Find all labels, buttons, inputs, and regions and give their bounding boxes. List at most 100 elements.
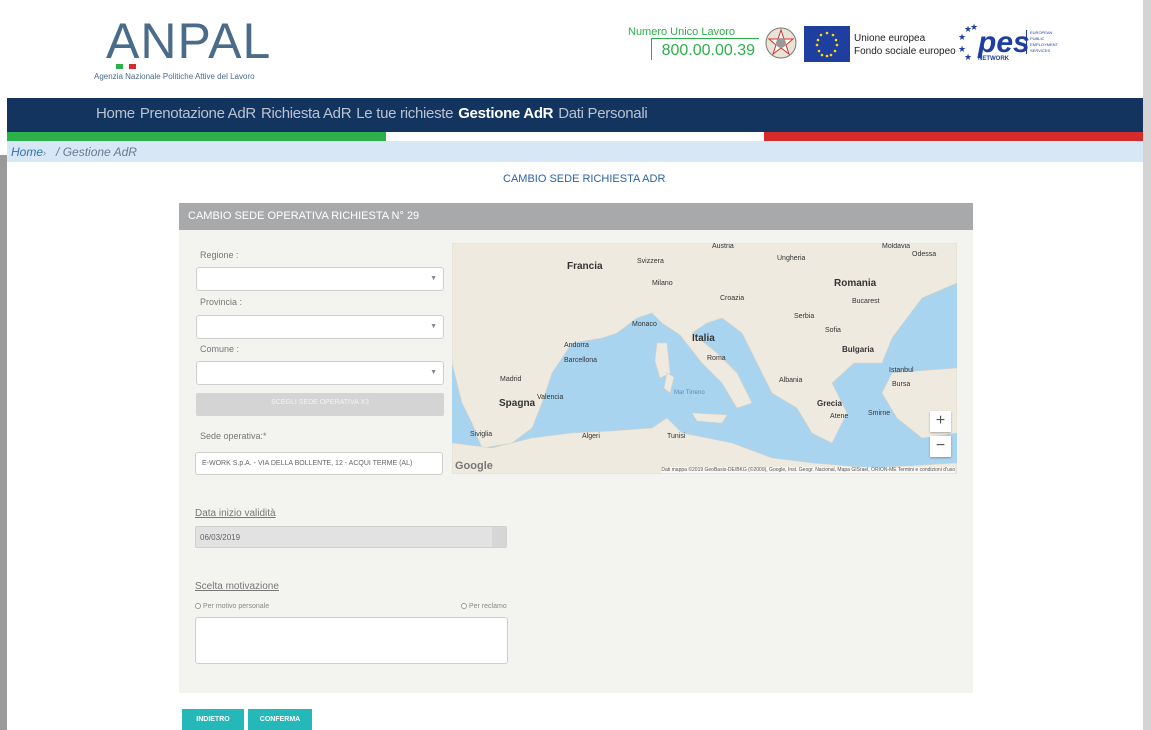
map-label-serbia: Serbia [794, 313, 815, 320]
map-label-madrid: Madrid [500, 376, 522, 383]
scegli-sede-button[interactable]: SCEGLI SEDE OPERATIVA X3 [196, 393, 444, 416]
map-label-tunisi: Tunisi [667, 433, 686, 440]
svg-text:★: ★ [958, 33, 966, 43]
numero-unico-lavoro: Numero Unico Lavoro 800.00.00.39 [628, 26, 759, 60]
map-label-milano: Milano [652, 280, 673, 287]
eu-line-1: Unione europea [854, 33, 926, 44]
breadcrumb-trail: Home› / Gestione AdR [11, 145, 137, 159]
map-label-sofia: Sofia [825, 327, 841, 334]
eu-line-2: Fondo sociale europeo [854, 46, 956, 57]
breadcrumb: Home› / Gestione AdR [7, 141, 1143, 162]
map-label-odessa: Odessa [912, 251, 937, 258]
map-land [452, 243, 957, 474]
nav-item-gestione[interactable]: Gestione AdR [458, 105, 553, 122]
anpal-logo[interactable]: ANPAL Agenzia Nazionale Politiche Attive… [94, 10, 284, 81]
tricolor-bar [7, 132, 1144, 141]
numero-value: 800.00.00.39 [661, 42, 755, 59]
italian-flag-icon [116, 64, 137, 69]
italian-emblem-icon [764, 24, 798, 62]
cambio-sede-panel: CAMBIO SEDE OPERATIVA RICHIESTA N° 29 Re… [179, 203, 973, 693]
logo-subtitle: Agenzia Nazionale Politiche Attive del L… [94, 72, 255, 81]
pes-side-text: EUROPEAN PUBLIC EMPLOYMENT SERVICES [1026, 30, 1058, 54]
comune-select[interactable]: ▼ [196, 361, 444, 385]
panel-title: CAMBIO SEDE OPERATIVA RICHIESTA N° 29 [188, 210, 420, 222]
nav-item-prenotazione[interactable]: Prenotazione AdR [140, 105, 256, 122]
map-label-moldavia: Moldavia [882, 243, 911, 250]
provincia-select[interactable]: ▼ [196, 315, 444, 339]
sede-operativa-label: Sede operativa:* [200, 431, 267, 441]
left-edge [0, 155, 7, 730]
radio-reclamo[interactable]: Per reclamo [461, 603, 507, 610]
sede-operativa-field[interactable]: E-WORK S.p.A. - VIA DELLA BOLLENTE, 12 -… [195, 452, 443, 475]
main-nav: Home Prenotazione AdR Richiesta AdR Le t… [7, 98, 1143, 132]
radio-icon[interactable] [195, 603, 201, 609]
site-header: ANPAL Agenzia Nazionale Politiche Attive… [0, 0, 1143, 98]
data-inizio-field[interactable]: 06/03/2019 [195, 526, 507, 548]
eu-text: Unione europea Fondo sociale europeo [854, 32, 956, 58]
map-label-bulgaria: Bulgaria [842, 345, 875, 354]
radio-personale[interactable]: Per motivo personale [195, 603, 269, 610]
pes-network-text: NETWORK [978, 56, 1009, 62]
chevron-down-icon: ▼ [430, 275, 437, 282]
map-label-smirne: Smirne [868, 410, 891, 417]
nav-items: Home Prenotazione AdR Richiesta AdR Le t… [96, 105, 648, 122]
page-title: CAMBIO SEDE RICHIESTA ADR [503, 173, 666, 185]
chevron-down-icon: ▼ [430, 369, 437, 376]
motivazione-textarea[interactable] [195, 617, 508, 664]
nav-item-le-tue-richieste[interactable]: Le tue richieste [356, 105, 453, 122]
right-edge [1143, 0, 1151, 730]
pes-network-logo: ★ ★ ★ ★ ★ pes NETWORK EUROPEAN PUBLIC EMPLOY… [956, 22, 1058, 66]
map-label-croazia: Croazia [720, 295, 745, 302]
indietro-button[interactable]: INDIETRO [182, 709, 244, 730]
nav-item-richiesta[interactable]: Richiesta AdR [261, 105, 352, 122]
breadcrumb-separator: › [43, 148, 47, 158]
scelta-motivazione-label: Scelta motivazione [195, 581, 279, 592]
data-inizio-value: 06/03/2019 [200, 533, 241, 542]
chevron-down-icon: ▼ [430, 323, 437, 330]
map-label-istanbul: Istanbul [889, 367, 914, 374]
breadcrumb-home[interactable]: Home [11, 145, 43, 159]
radio-personale-label: Per motivo personale [203, 603, 270, 610]
map-label-siviglia: Siviglia [470, 431, 493, 438]
data-inizio-label: Data inizio validità [195, 508, 276, 519]
map-label-valencia: Valencia [537, 394, 564, 401]
map-label-bucarest: Bucarest [852, 298, 880, 305]
regione-select[interactable]: ▼ [196, 267, 444, 291]
radio-icon[interactable] [461, 603, 467, 609]
scegli-sede-label: SCEGLI SEDE OPERATIVA X3 [271, 399, 369, 406]
nav-item-home[interactable]: Home [96, 105, 135, 122]
map-label-monaco: Monaco [632, 321, 657, 328]
breadcrumb-current: / Gestione AdR [56, 145, 137, 159]
map-label-algeri: Algeri [582, 433, 600, 440]
comune-label: Comune : [200, 344, 240, 354]
svg-text:★: ★ [964, 53, 972, 63]
google-map[interactable]: Francia Italia Spagna Romania Grecia Bul… [452, 243, 957, 474]
zoom-out-button[interactable]: − [930, 436, 951, 457]
panel-header: CAMBIO SEDE OPERATIVA RICHIESTA N° 29 [179, 203, 973, 230]
pes-word: pes [978, 26, 1030, 59]
map-label-bursa: Bursa [892, 381, 911, 388]
numero-box: 800.00.00.39 [651, 38, 759, 60]
provincia-label: Provincia : [200, 297, 243, 307]
eu-flag-icon [804, 26, 850, 62]
map-label-barcellona: Barcellona [564, 357, 598, 364]
map-attribution[interactable]: Dati mappa ©2019 GeoBasis-DE/BKG (©2009)… [661, 467, 955, 473]
calendar-icon[interactable] [492, 527, 506, 547]
map-label-ungheria: Ungheria [777, 255, 806, 262]
nav-item-dati-personali[interactable]: Dati Personali [558, 105, 647, 122]
map-label-andorra: Andorra [564, 342, 589, 349]
zoom-in-button[interactable]: + [930, 411, 951, 432]
conferma-button[interactable]: CONFERMA [248, 709, 312, 730]
sede-operativa-value: E-WORK S.p.A. - VIA DELLA BOLLENTE, 12 -… [202, 460, 413, 467]
map-label-svizzera: Svizzera [637, 258, 664, 265]
map-label-italia: Italia [692, 333, 715, 344]
logo-text: ANPAL [106, 13, 272, 69]
map-label-roma: Roma [707, 355, 726, 362]
regione-label: Regione : [200, 250, 239, 260]
map-label-albania: Albania [779, 377, 803, 384]
map-label-romania: Romania [834, 278, 877, 289]
map-label-spagna: Spagna [499, 398, 536, 409]
svg-text:★: ★ [970, 23, 978, 33]
numero-title: Numero Unico Lavoro [628, 26, 735, 38]
map-label-grecia: Grecia [817, 399, 842, 408]
